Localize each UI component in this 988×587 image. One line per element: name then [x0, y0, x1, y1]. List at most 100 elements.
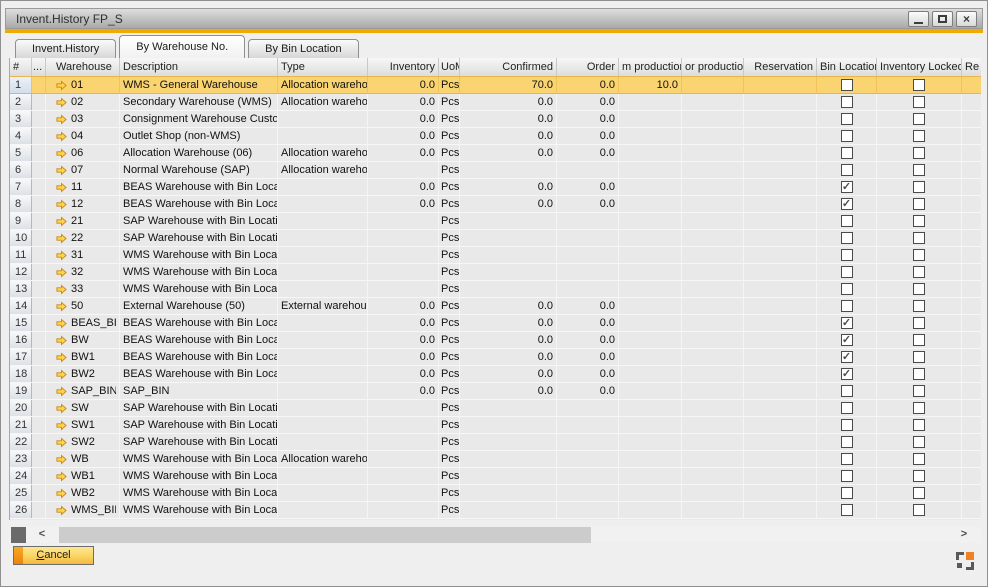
row-number-cell[interactable]: 19	[10, 383, 32, 399]
row-number-cell[interactable]: 17	[10, 349, 32, 365]
bin-location-checkbox[interactable]	[841, 504, 853, 516]
column-header-binloc[interactable]: Bin Location	[817, 58, 877, 76]
column-header-order[interactable]: Order	[557, 58, 619, 76]
column-header-type[interactable]: Type	[278, 58, 368, 76]
row-number-cell[interactable]: 6	[10, 162, 32, 178]
window-titlebar[interactable]: Invent.History FP_S ×	[5, 8, 983, 29]
bin-location-checkbox[interactable]	[841, 130, 853, 142]
row-indicator-cell[interactable]	[32, 417, 46, 433]
column-header-dots[interactable]: ...	[32, 58, 46, 76]
row-number-cell[interactable]: 25	[10, 485, 32, 501]
table-row-22[interactable]: 22 SW2 SAP Warehouse with Bin Locations …	[10, 434, 981, 451]
bin-location-checkbox[interactable]	[841, 164, 853, 176]
column-header-wh[interactable]: Warehouse	[46, 58, 120, 76]
column-header-desc[interactable]: Description	[120, 58, 278, 76]
link-arrow-icon[interactable]	[56, 437, 67, 448]
row-indicator-cell[interactable]	[32, 196, 46, 212]
column-header-mprod[interactable]: m production	[619, 58, 682, 76]
inventory-locked-checkbox[interactable]	[913, 266, 925, 278]
link-arrow-icon[interactable]	[56, 420, 67, 431]
link-arrow-icon[interactable]	[56, 233, 67, 244]
inventory-locked-checkbox[interactable]	[913, 79, 925, 91]
bin-location-checkbox[interactable]	[841, 232, 853, 244]
row-number-cell[interactable]: 11	[10, 247, 32, 263]
link-arrow-icon[interactable]	[56, 505, 67, 516]
column-header-uom[interactable]: UoM	[439, 58, 460, 76]
inventory-locked-checkbox[interactable]	[913, 300, 925, 312]
table-row-20[interactable]: 20 SW SAP Warehouse with Bin Locations P…	[10, 400, 981, 417]
resize-grip-icon[interactable]	[956, 552, 974, 570]
inventory-locked-checkbox[interactable]	[913, 470, 925, 482]
row-indicator-cell[interactable]	[32, 349, 46, 365]
row-number-cell[interactable]: 20	[10, 400, 32, 416]
link-arrow-icon[interactable]	[56, 97, 67, 108]
inventory-locked-checkbox[interactable]	[913, 334, 925, 346]
column-header-num[interactable]: #	[10, 58, 32, 76]
row-indicator-cell[interactable]	[32, 281, 46, 297]
bin-location-checkbox[interactable]	[841, 113, 853, 125]
link-arrow-icon[interactable]	[56, 267, 67, 278]
table-row-17[interactable]: 17 BW1 BEAS Warehouse with Bin Location …	[10, 349, 981, 366]
table-row-2[interactable]: 2 02 Secondary Warehouse (WMS) Allocatio…	[10, 94, 981, 111]
inventory-locked-checkbox[interactable]	[913, 351, 925, 363]
row-number-cell[interactable]: 7	[10, 179, 32, 195]
link-arrow-icon[interactable]	[56, 369, 67, 380]
bin-location-checkbox[interactable]	[841, 79, 853, 91]
bin-location-checkbox[interactable]: ✓	[841, 351, 853, 363]
row-indicator-cell[interactable]	[32, 383, 46, 399]
table-row-6[interactable]: 6 07 Normal Warehouse (SAP) Allocation w…	[10, 162, 981, 179]
row-number-cell[interactable]: 13	[10, 281, 32, 297]
row-number-cell[interactable]: 24	[10, 468, 32, 484]
row-indicator-cell[interactable]	[32, 213, 46, 229]
row-number-cell[interactable]: 21	[10, 417, 32, 433]
table-row-10[interactable]: 10 22 SAP Warehouse with Bin Locations P…	[10, 230, 981, 247]
row-indicator-cell[interactable]	[32, 468, 46, 484]
scroll-left-arrow-icon[interactable]: <	[33, 527, 51, 543]
table-row-1[interactable]: 1 01 WMS - General Warehouse Allocation …	[10, 76, 981, 94]
link-arrow-icon[interactable]	[56, 80, 67, 91]
column-header-resv[interactable]: Reservation	[744, 58, 817, 76]
row-number-cell[interactable]: 8	[10, 196, 32, 212]
row-indicator-cell[interactable]	[32, 145, 46, 161]
bin-location-checkbox[interactable]	[841, 215, 853, 227]
row-indicator-cell[interactable]	[32, 332, 46, 348]
bin-location-checkbox[interactable]	[841, 487, 853, 499]
inventory-locked-checkbox[interactable]	[913, 96, 925, 108]
link-arrow-icon[interactable]	[56, 182, 67, 193]
link-arrow-icon[interactable]	[56, 131, 67, 142]
inventory-locked-checkbox[interactable]	[913, 385, 925, 397]
inventory-locked-checkbox[interactable]	[913, 487, 925, 499]
table-row-7[interactable]: 7 11 BEAS Warehouse with Bin Location 0.…	[10, 179, 981, 196]
inventory-locked-checkbox[interactable]	[913, 249, 925, 261]
bin-location-checkbox[interactable]	[841, 283, 853, 295]
minimize-button[interactable]	[908, 11, 929, 27]
row-number-cell[interactable]: 10	[10, 230, 32, 246]
link-arrow-icon[interactable]	[56, 250, 67, 261]
scrollbar-thumb[interactable]	[59, 527, 591, 543]
column-header-inv[interactable]: Inventory	[368, 58, 439, 76]
bin-location-checkbox[interactable]: ✓	[841, 198, 853, 210]
table-row-4[interactable]: 4 04 Outlet Shop (non-WMS) 0.0 Pcs 0.0 0…	[10, 128, 981, 145]
bin-location-checkbox[interactable]	[841, 385, 853, 397]
row-number-cell[interactable]: 3	[10, 111, 32, 127]
link-arrow-icon[interactable]	[56, 318, 67, 329]
table-row-8[interactable]: 8 12 BEAS Warehouse with Bin Location 0.…	[10, 196, 981, 213]
table-row-18[interactable]: 18 BW2 BEAS Warehouse with Bin Location …	[10, 366, 981, 383]
inventory-locked-checkbox[interactable]	[913, 317, 925, 329]
table-row-13[interactable]: 13 33 WMS Warehouse with Bin Location Pc…	[10, 281, 981, 298]
bin-location-checkbox[interactable]	[841, 453, 853, 465]
table-row-26[interactable]: 26 WMS_BIN WMS Warehouse with Bin Locati…	[10, 502, 981, 519]
column-header-re[interactable]: Re	[962, 58, 981, 76]
bin-location-checkbox[interactable]	[841, 249, 853, 261]
table-row-16[interactable]: 16 BW BEAS Warehouse with Bin Location 0…	[10, 332, 981, 349]
inventory-locked-checkbox[interactable]	[913, 283, 925, 295]
inventory-locked-checkbox[interactable]	[913, 402, 925, 414]
close-button[interactable]: ×	[956, 11, 977, 27]
inventory-locked-checkbox[interactable]	[913, 453, 925, 465]
row-indicator-cell[interactable]	[32, 247, 46, 263]
link-arrow-icon[interactable]	[56, 488, 67, 499]
inventory-locked-checkbox[interactable]	[913, 368, 925, 380]
bin-location-checkbox[interactable]: ✓	[841, 181, 853, 193]
table-row-5[interactable]: 5 06 Allocation Warehouse (06) Allocatio…	[10, 145, 981, 162]
table-row-24[interactable]: 24 WB1 WMS Warehouse with Bin Location P…	[10, 468, 981, 485]
